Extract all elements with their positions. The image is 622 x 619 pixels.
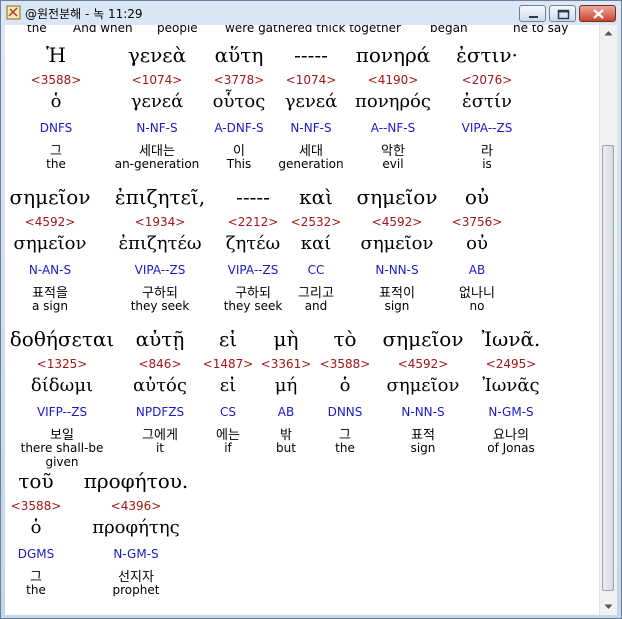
word-greek: οὐ xyxy=(464,185,490,209)
clipped-word: people xyxy=(157,25,198,35)
word-english: the xyxy=(46,157,66,171)
word-greek: σημεῖον xyxy=(9,185,91,209)
word-english: no xyxy=(469,299,485,313)
clipped-word: began xyxy=(430,25,468,35)
clipped-word: the xyxy=(27,25,47,35)
word-strong: <3588> xyxy=(30,73,82,87)
arrow-up-icon xyxy=(604,31,613,36)
word-parse: N-GM-S xyxy=(113,547,159,561)
word-lemma: ὁ xyxy=(30,517,42,538)
word-strong: <1325> xyxy=(36,357,88,371)
word-lemma: σημεῖον xyxy=(13,233,87,254)
vertical-scrollbar[interactable] xyxy=(599,25,617,615)
selection-gap xyxy=(49,25,71,35)
clipped-word: And when xyxy=(73,25,133,35)
word-parse: N-GM-S xyxy=(488,405,534,419)
word-greek: Ἡ xyxy=(46,43,66,67)
arrow-down-icon xyxy=(604,604,613,609)
scroll-thumb[interactable] xyxy=(602,145,614,591)
word-lemma: δίδωμι xyxy=(30,375,94,396)
minimize-button[interactable] xyxy=(519,5,546,22)
word-strong: <2076> xyxy=(461,73,513,87)
close-icon xyxy=(593,9,604,19)
word-parse: DNFS xyxy=(39,121,73,135)
word-english: a sign xyxy=(32,299,68,313)
clipped-word: were gathered thick together xyxy=(225,25,401,35)
window-title: @원전분해 - 녹 11:29 xyxy=(25,7,143,21)
word-strong: <2495> xyxy=(485,357,537,371)
scroll-down-button[interactable] xyxy=(600,598,617,615)
word-english: of Jonas xyxy=(487,441,535,455)
word-greek: ἐστιν· xyxy=(456,43,518,67)
interlinear-view[interactable]: the And when people were gathered thick tog… xyxy=(5,25,599,615)
word-lemma: Ἰωνᾶς xyxy=(482,375,540,396)
word-parse: VIPA--ZS xyxy=(461,121,513,135)
app-icon xyxy=(6,5,21,20)
word-greek: δοθήσεται xyxy=(9,327,115,351)
scroll-up-button[interactable] xyxy=(600,25,617,42)
word-lemma: ὁ xyxy=(50,91,62,112)
title-bar[interactable]: @원전분해 - 녹 11:29 xyxy=(1,1,621,25)
word-greek: προφήτου. xyxy=(83,469,189,493)
word-lemma: ἐστίν xyxy=(462,91,512,112)
word-english: prophet xyxy=(112,583,160,597)
word-strong: <3756> xyxy=(451,215,503,229)
word-greek: τοῦ xyxy=(18,469,54,493)
word-parse: DGMS xyxy=(17,547,55,561)
maximize-icon xyxy=(557,9,570,20)
word-strong: <4396> xyxy=(110,499,162,513)
word-english: is xyxy=(482,157,492,171)
word-strong: <3588> xyxy=(10,499,62,513)
word-parse: N-AN-S xyxy=(28,263,72,277)
word-greek: Ἰωνᾶ. xyxy=(481,327,541,351)
minimize-icon xyxy=(529,16,538,18)
word-lemma: προφήτης xyxy=(92,517,180,538)
maximize-button[interactable] xyxy=(549,5,576,22)
clipped-word: he to say xyxy=(513,25,569,35)
word-parse: VIFP--ZS xyxy=(36,405,88,419)
word-english: the xyxy=(26,583,46,597)
app-window: @원전분해 - 녹 11:29 the And when people were ga… xyxy=(0,0,622,619)
word-strong: <4592> xyxy=(24,215,76,229)
word-lemma: οὐ xyxy=(466,233,488,254)
close-button[interactable] xyxy=(579,5,616,22)
word-english: there shall-be given xyxy=(20,441,104,469)
word-parse: AB xyxy=(468,263,486,277)
